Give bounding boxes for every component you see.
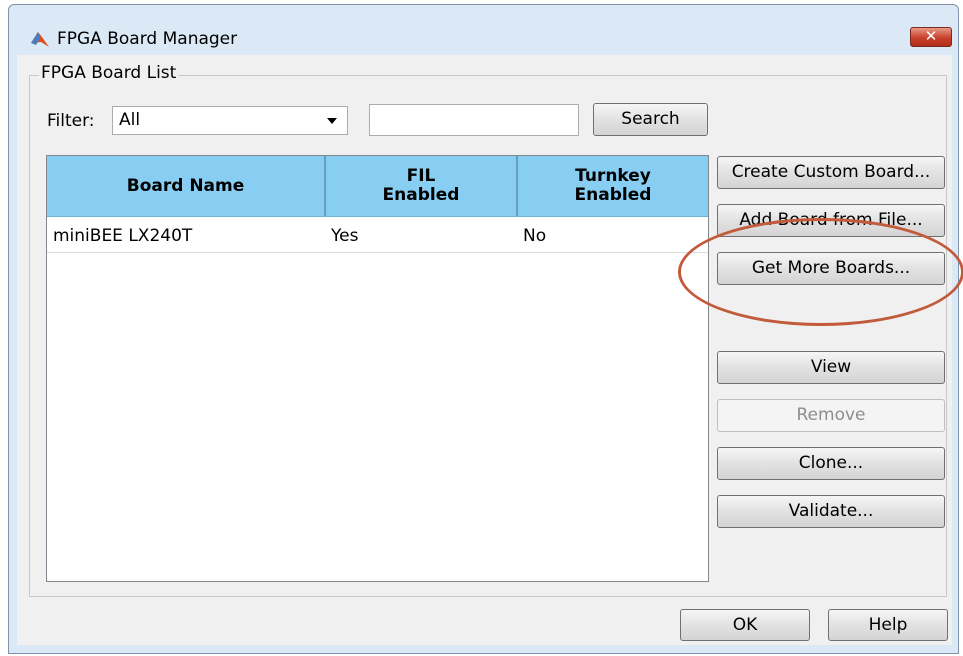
title-bar[interactable]: FPGA Board Manager ✕ <box>9 5 958 51</box>
column-header-label: Enabled <box>382 185 460 205</box>
search-button[interactable]: Search <box>593 103 708 136</box>
cell-board-name: miniBEE LX240T <box>53 226 193 246</box>
dialog-window: FPGA Board Manager ✕ FPGA Board List Fil… <box>8 4 959 654</box>
filter-dropdown[interactable]: All <box>112 106 348 135</box>
matlab-logo-icon <box>31 32 49 47</box>
window-title: FPGA Board Manager <box>57 29 238 49</box>
table-header: Board Name FIL Enabled Turnkey Enabled <box>47 156 708 217</box>
column-header-label: Enabled <box>574 185 652 205</box>
dialog-content: FPGA Board List Filter: All Search Board… <box>17 55 952 645</box>
remove-button: Remove <box>717 399 945 432</box>
column-header-turnkey-enabled[interactable]: Turnkey Enabled <box>518 156 708 216</box>
close-icon: ✕ <box>924 27 938 45</box>
close-button[interactable]: ✕ <box>910 27 952 47</box>
view-button[interactable]: View <box>717 351 945 384</box>
column-header-label: Turnkey <box>575 166 651 186</box>
create-custom-board-button[interactable]: Create Custom Board... <box>717 156 945 189</box>
filter-label: Filter: <box>47 111 95 131</box>
annotation-ellipse <box>678 218 963 326</box>
chevron-down-icon <box>327 118 337 124</box>
search-input[interactable] <box>369 104 579 136</box>
group-title: FPGA Board List <box>39 63 179 83</box>
column-header-fil-enabled[interactable]: FIL Enabled <box>326 156 518 216</box>
column-header-label: Board Name <box>126 175 245 196</box>
board-table: Board Name FIL Enabled Turnkey Enabled m… <box>46 155 709 582</box>
cell-fil-enabled: Yes <box>331 226 359 246</box>
help-button[interactable]: Help <box>828 609 948 641</box>
cell-turnkey-enabled: No <box>523 226 547 246</box>
validate-button[interactable]: Validate... <box>717 495 945 528</box>
clone-button[interactable]: Clone... <box>717 447 945 480</box>
ok-button[interactable]: OK <box>680 609 810 641</box>
column-header-label: FIL <box>406 166 436 186</box>
table-row[interactable]: miniBEE LX240T Yes No <box>47 217 708 253</box>
column-header-board-name[interactable]: Board Name <box>47 156 326 216</box>
filter-selected-value: All <box>119 110 141 130</box>
